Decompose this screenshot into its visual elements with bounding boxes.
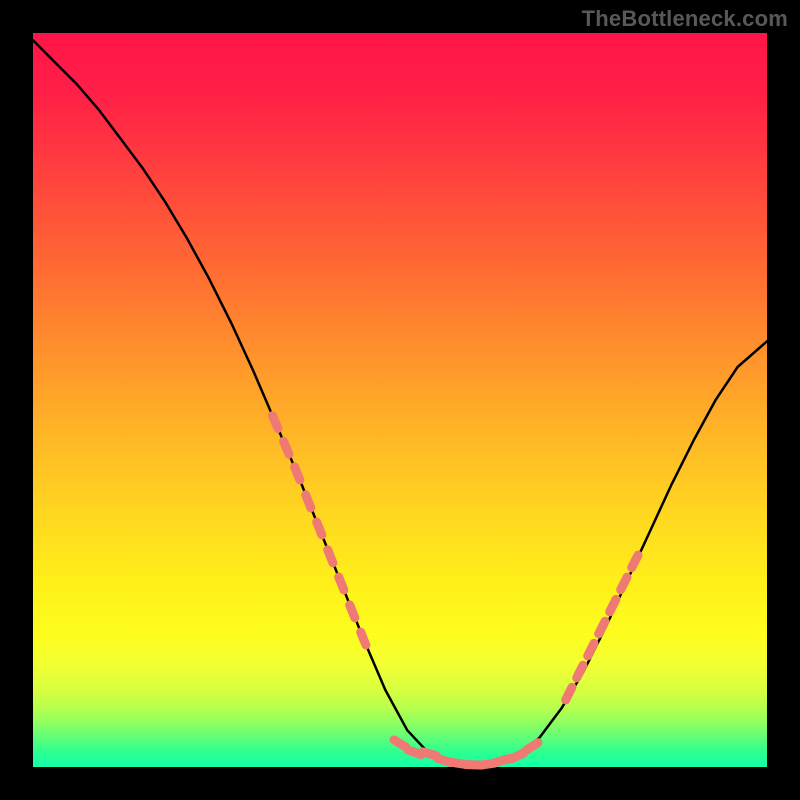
dash-segment [273, 416, 279, 429]
dash-segment [350, 605, 355, 618]
watermark-text: TheBottleneck.com [582, 6, 788, 32]
dash-segment [423, 752, 437, 756]
dash-segment [339, 577, 344, 590]
dash-segment [284, 441, 290, 454]
dash-segment [361, 632, 366, 645]
dash-segment [621, 577, 627, 590]
dash-segment [566, 687, 572, 700]
dash-segment [632, 555, 638, 568]
dash-segment [599, 621, 605, 634]
dash-segment [526, 743, 538, 751]
dash-segment [306, 495, 311, 508]
plot-gradient-area [33, 33, 767, 767]
outer-frame: TheBottleneck.com [0, 0, 800, 800]
dash-segment [511, 753, 524, 759]
dash-segment [394, 740, 406, 747]
dash-segment [610, 599, 616, 612]
dash-segment [317, 522, 322, 535]
dash-segment [588, 643, 594, 656]
dash-segment [577, 665, 583, 678]
bottleneck-curve [33, 33, 767, 767]
dash-segment [295, 467, 300, 480]
dash-segment [328, 550, 333, 563]
